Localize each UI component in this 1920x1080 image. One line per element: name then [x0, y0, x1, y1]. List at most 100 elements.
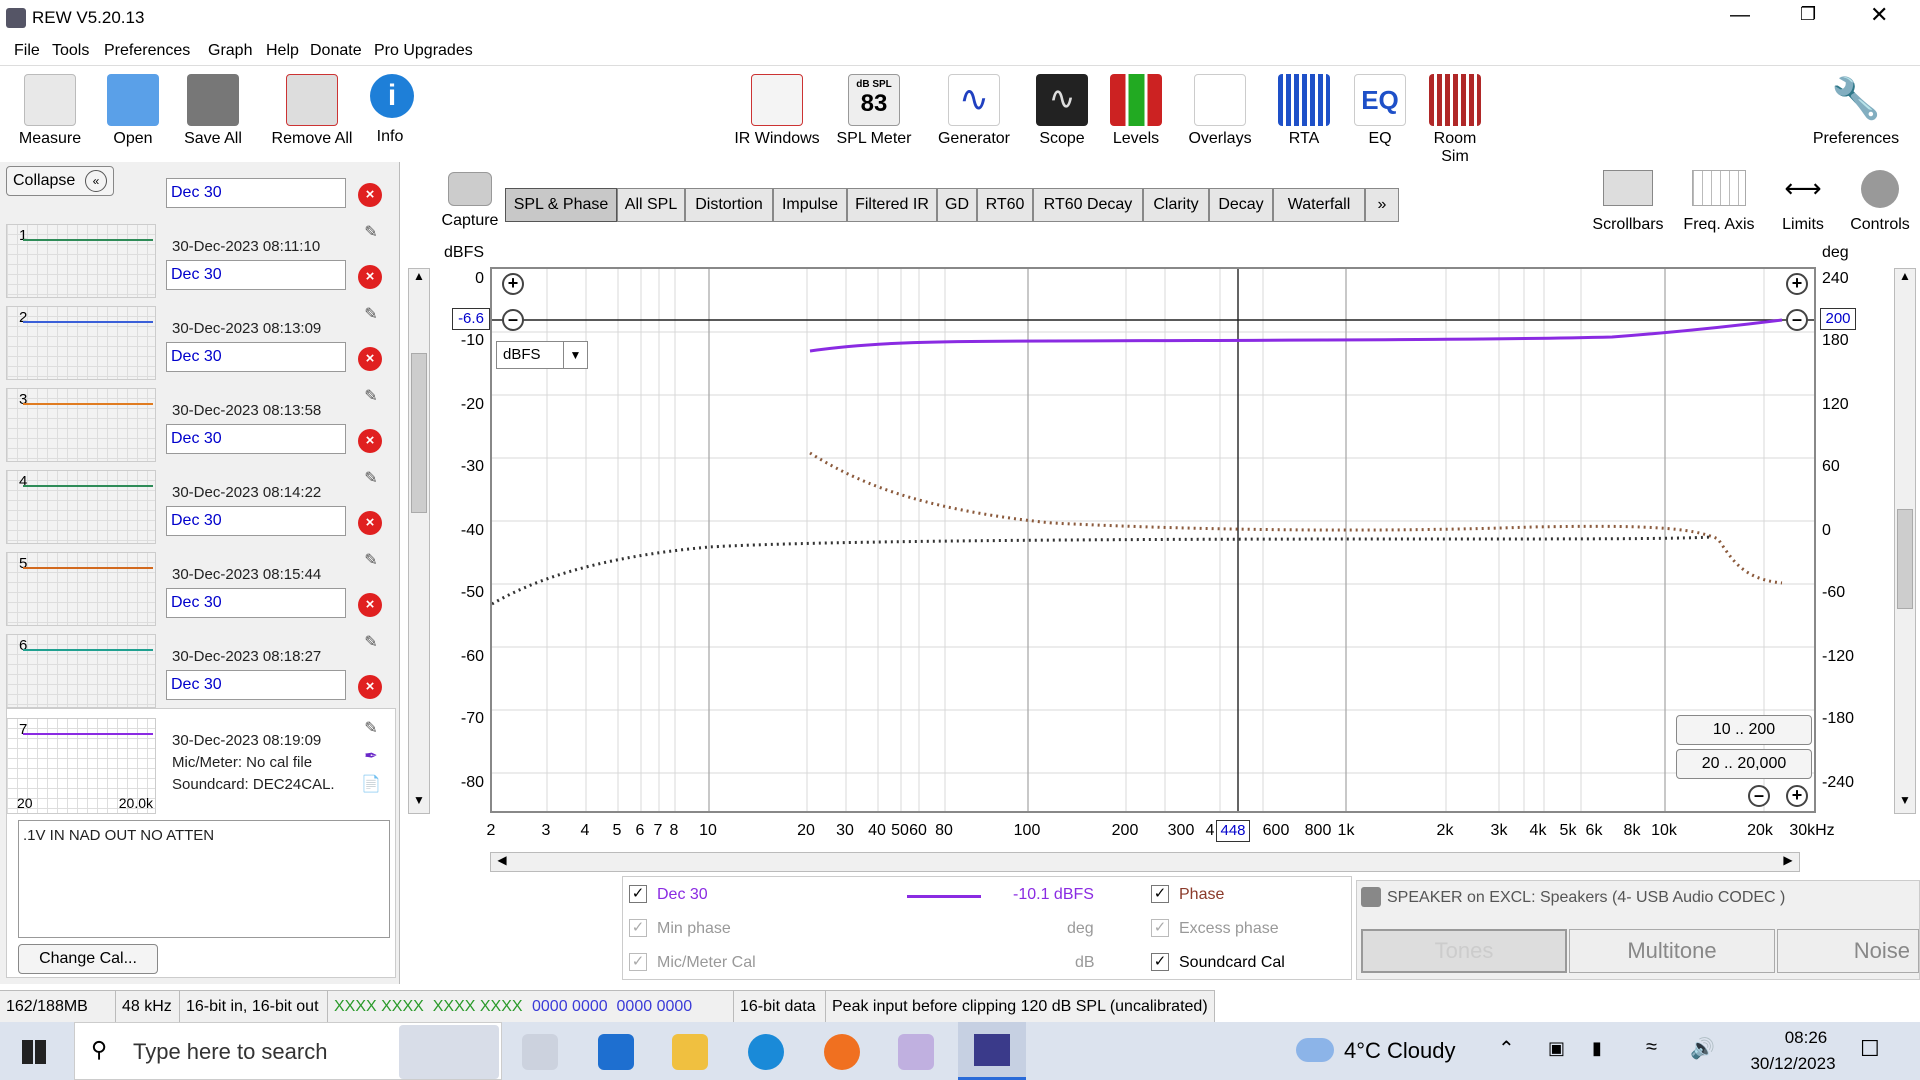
tab-multitone[interactable]: Multitone	[1569, 929, 1775, 973]
scope-button[interactable]: ∿ Scope	[1032, 74, 1092, 148]
measurement-thumbnail[interactable]: 7 20 20.0k	[6, 718, 156, 814]
measurement-thumbnail[interactable]: 6	[6, 634, 156, 708]
windows-start-icon[interactable]	[22, 1040, 46, 1064]
firefox-icon[interactable]	[824, 1034, 860, 1070]
save-all-button[interactable]: Save All	[176, 74, 250, 148]
scrollbars-button[interactable]: Scrollbars	[1586, 170, 1670, 234]
menu-help[interactable]: Help	[266, 42, 299, 60]
scroll-left-icon[interactable]: ◀	[493, 853, 511, 871]
scroll-down-icon[interactable]: ▼	[409, 793, 429, 813]
room-sim-button[interactable]: Room Sim	[1418, 74, 1492, 166]
tab-filtered-ir[interactable]: Filtered IR	[847, 188, 937, 222]
tab-gd[interactable]: GD	[937, 188, 977, 222]
tab-spl-phase[interactable]: SPL & Phase	[505, 188, 617, 222]
measurement-name-field-6[interactable]: Dec 30	[166, 588, 346, 618]
tab-all-spl[interactable]: All SPL	[617, 188, 685, 222]
trace-checkbox[interactable]: ✓	[629, 885, 647, 903]
freq-axis-button[interactable]: Freq. Axis	[1674, 170, 1764, 234]
clock-time[interactable]: 08:26	[1762, 1028, 1850, 1048]
edge-icon[interactable]	[748, 1034, 784, 1070]
remove-measurement-icon[interactable]: ×	[358, 265, 382, 289]
clock-date[interactable]: 30/12/2023	[1736, 1054, 1850, 1074]
tab-impulse[interactable]: Impulse	[773, 188, 847, 222]
measurement-tool-icon[interactable]: ✎	[360, 304, 382, 326]
overlays-button[interactable]: Overlays	[1182, 74, 1258, 148]
remove-measurement-icon[interactable]: ×	[358, 511, 382, 535]
measurement-tool-icon[interactable]: ✎	[360, 222, 382, 244]
tab-clarity[interactable]: Clarity	[1143, 188, 1209, 222]
tab-noise[interactable]: Noise	[1777, 929, 1919, 973]
phase-checkbox[interactable]: ✓	[1151, 885, 1169, 903]
scroll-right-icon[interactable]: ▶	[1779, 853, 1797, 871]
restore-icon[interactable]: ❐	[1800, 4, 1816, 25]
measurement-name-field-4[interactable]: Dec 30	[166, 424, 346, 454]
range-20-20000-button[interactable]: 20 .. 20,000	[1676, 749, 1812, 779]
more-tabs-button[interactable]: »	[1365, 188, 1399, 222]
remove-measurement-icon[interactable]: ×	[358, 593, 382, 617]
soundcard-cal-checkbox[interactable]: ✓	[1151, 953, 1169, 971]
taskbar-search-box[interactable]: ⚲ Type here to search	[74, 1022, 502, 1080]
limits-button[interactable]: ⟷ Limits	[1768, 170, 1838, 234]
range-10-200-button[interactable]: 10 .. 200	[1676, 715, 1812, 745]
notifications-icon[interactable]: ☐	[1860, 1036, 1880, 1062]
eq-button[interactable]: EQ EQ	[1350, 74, 1410, 148]
tab-rt60[interactable]: RT60	[977, 188, 1033, 222]
measurement-tool-icon[interactable]: ✎	[360, 386, 382, 408]
graph-vertical-scrollbar[interactable]: ▲ ▼	[1894, 268, 1916, 814]
measure-button[interactable]: Measure	[10, 74, 90, 148]
chevron-up-icon[interactable]: ⌃	[1498, 1036, 1515, 1061]
info-button[interactable]: i Info	[370, 74, 414, 146]
menu-graph[interactable]: Graph	[208, 42, 252, 60]
generator-button[interactable]: ∿ Generator	[932, 74, 1016, 148]
minimize-icon[interactable]: —	[1730, 4, 1750, 27]
tab-rt60-decay[interactable]: RT60 Decay	[1033, 188, 1143, 222]
tab-decay[interactable]: Decay	[1209, 188, 1273, 222]
measurement-name-field-2[interactable]: Dec 30	[166, 260, 346, 290]
menu-pro-upgrades[interactable]: Pro Upgrades	[374, 42, 473, 60]
remove-measurement-icon[interactable]: ×	[358, 183, 382, 207]
remove-measurement-icon[interactable]: ×	[358, 675, 382, 699]
menu-donate[interactable]: Donate	[310, 42, 362, 60]
measurement-tool-icon[interactable]: ✎	[360, 468, 382, 490]
measurement-tool-icon[interactable]: ✎	[360, 718, 382, 740]
scroll-up-icon[interactable]: ▲	[409, 269, 429, 289]
rew-taskbar-button[interactable]	[958, 1022, 1026, 1080]
rta-button[interactable]: RTA	[1274, 74, 1334, 148]
collapse-button[interactable]: Collapse «	[6, 166, 114, 196]
mic-cal-checkbox[interactable]: ✓	[629, 953, 647, 971]
menu-preferences[interactable]: Preferences	[104, 42, 190, 60]
cloud-weather-icon[interactable]	[1296, 1038, 1334, 1062]
zoom-out-icon[interactable]: –	[1748, 785, 1770, 807]
file-explorer-icon[interactable]	[672, 1034, 708, 1070]
zoom-in-icon[interactable]: +	[1786, 785, 1808, 807]
measurement-name-field-3[interactable]: Dec 30	[166, 342, 346, 372]
preferences-button[interactable]: 🔧 Preferences	[1806, 74, 1906, 148]
remove-measurement-icon[interactable]: ×	[358, 347, 382, 371]
paint-icon[interactable]	[898, 1034, 934, 1070]
zoom-out-icon[interactable]: –	[502, 309, 524, 331]
measurement-tool-icon[interactable]: ✎	[360, 632, 382, 654]
tab-waterfall[interactable]: Waterfall	[1273, 188, 1365, 222]
measurement-name-field-5[interactable]: Dec 30	[166, 506, 346, 536]
close-icon[interactable]: ✕	[1870, 2, 1888, 28]
pen-icon[interactable]: ✒	[360, 746, 382, 768]
meet-now-icon[interactable]: ▣	[1548, 1038, 1565, 1059]
scroll-thumb[interactable]	[411, 353, 427, 513]
measurement-tool-icon[interactable]: ✎	[360, 550, 382, 572]
spl-meter-button[interactable]: dB SPL 83 SPL Meter	[834, 74, 914, 148]
scroll-down-icon[interactable]: ▼	[1895, 793, 1915, 813]
levels-button[interactable]: Levels	[1106, 74, 1166, 148]
zoom-in-icon[interactable]: +	[1786, 273, 1808, 295]
measurement-thumbnail[interactable]: 3	[6, 388, 156, 462]
tab-tones[interactable]: Tones	[1361, 929, 1567, 973]
weather-text[interactable]: 4°C Cloudy	[1344, 1038, 1456, 1064]
zoom-in-icon[interactable]: +	[502, 273, 524, 295]
unit-select[interactable]: dBFS ▼	[496, 341, 588, 369]
volume-icon[interactable]: 🔊	[1690, 1036, 1715, 1061]
scroll-thumb[interactable]	[1897, 509, 1913, 609]
measurement-name-field-7[interactable]: Dec 30	[166, 670, 346, 700]
remove-measurement-icon[interactable]: ×	[358, 429, 382, 453]
graph-horizontal-scrollbar[interactable]: ◀ ▶	[490, 852, 1800, 872]
wifi-icon[interactable]: ≈	[1646, 1036, 1657, 1059]
menu-tools[interactable]: Tools	[52, 42, 89, 60]
